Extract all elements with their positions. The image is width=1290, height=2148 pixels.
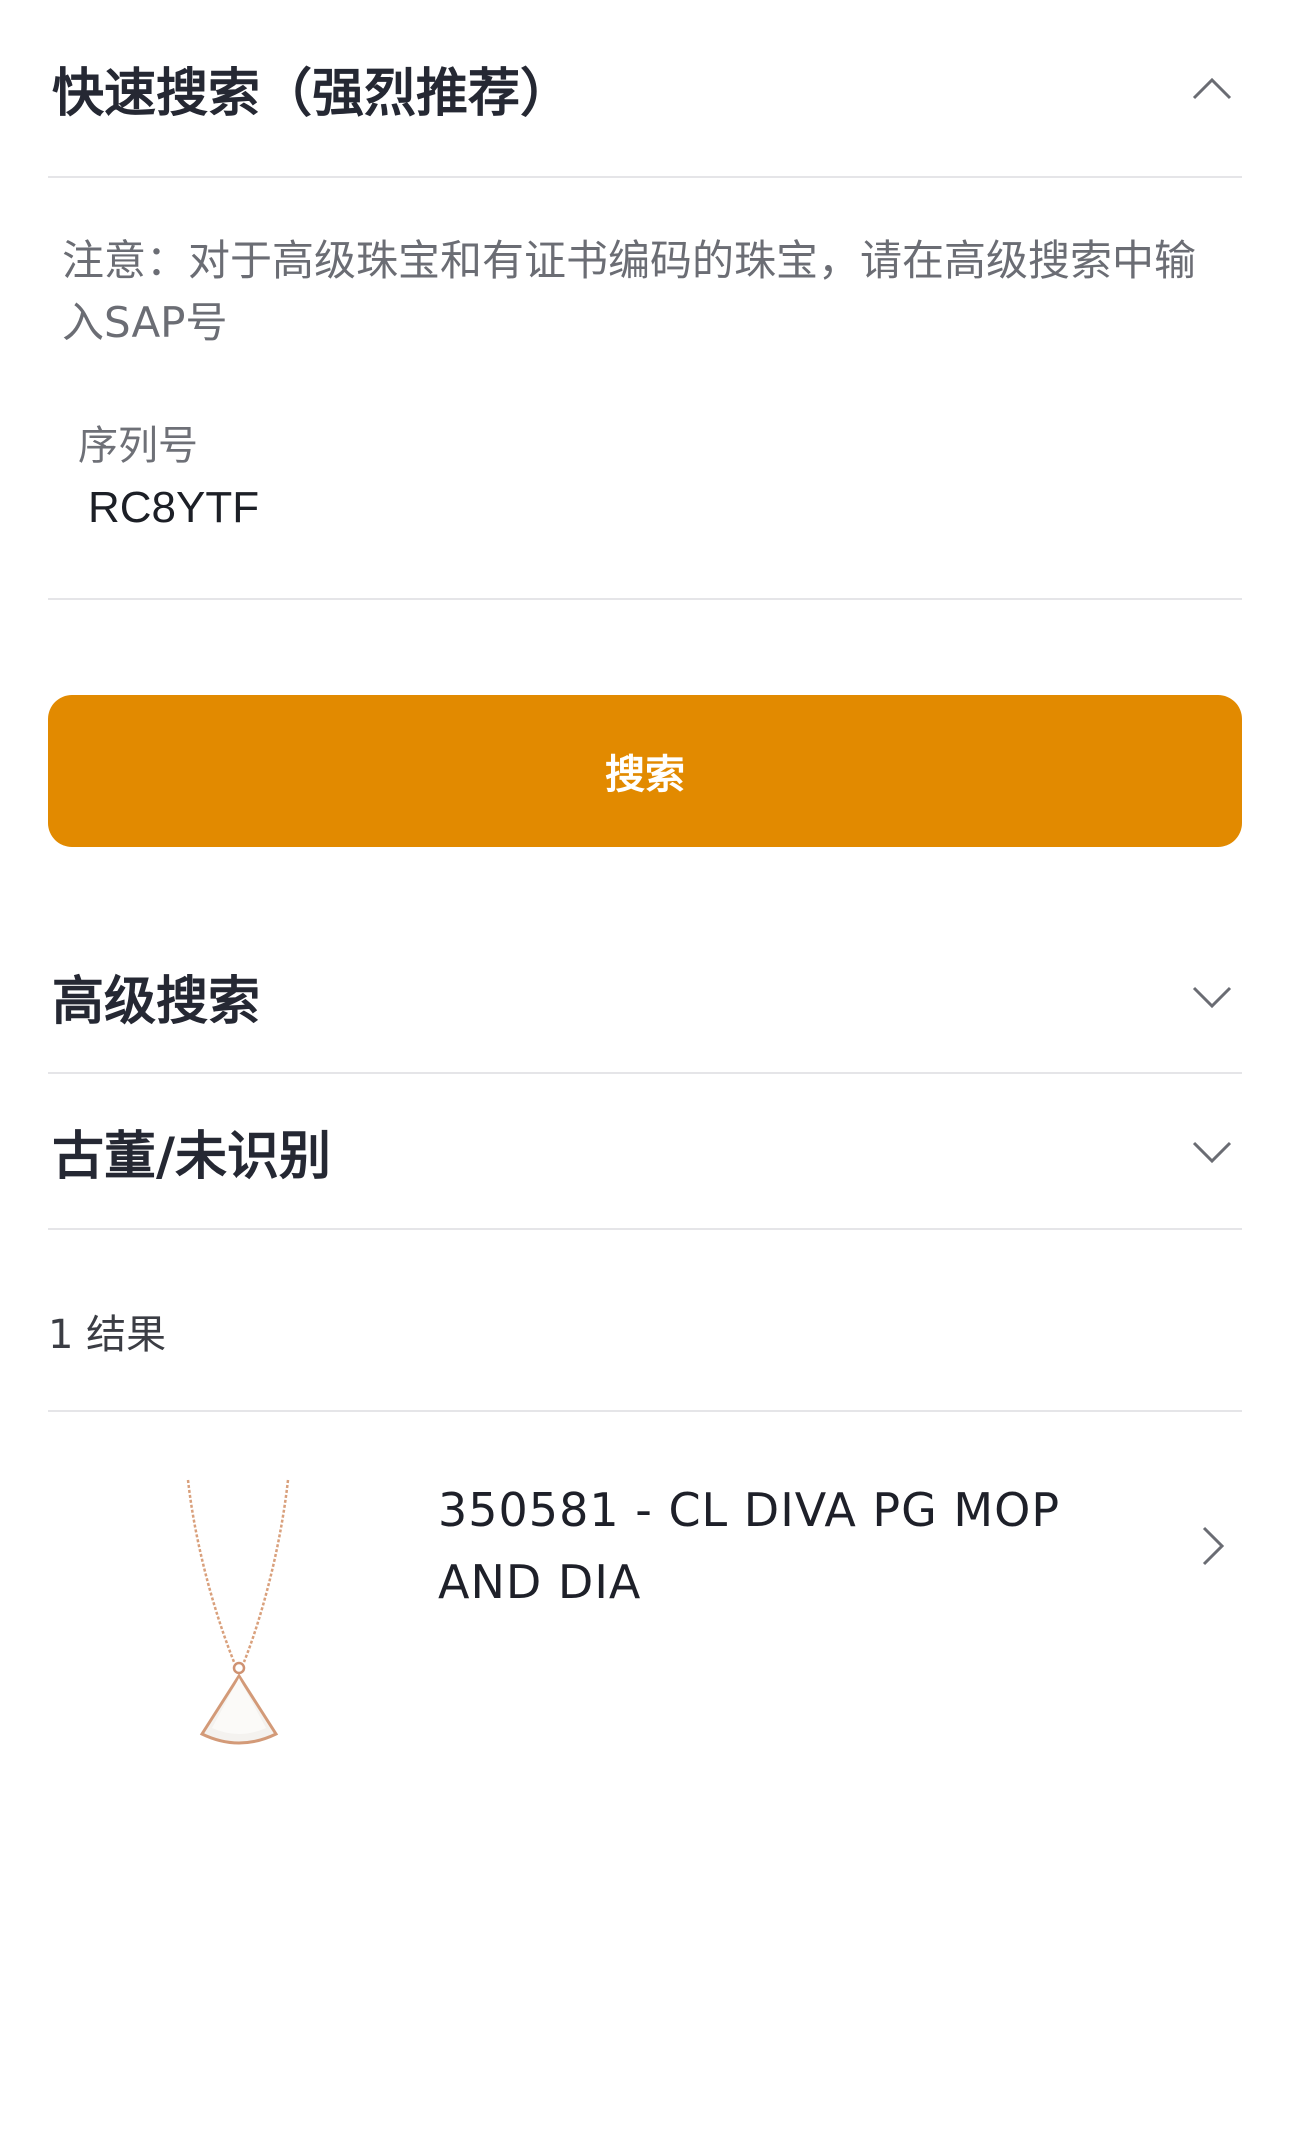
antique-unidentified-title: 古董/未识别 — [52, 1126, 331, 1187]
quick-search-body: 注意：对于高级珠宝和有证书编码的珠宝，请在高级搜索中输入SAP号 序列号 — [48, 178, 1242, 600]
search-button[interactable]: 搜索 — [48, 695, 1242, 847]
advanced-search-header[interactable]: 高级搜索 — [48, 920, 1242, 1074]
serial-number-input[interactable] — [88, 483, 988, 533]
advanced-search-title: 高级搜索 — [52, 971, 261, 1032]
quick-search-header[interactable]: 快速搜索（强烈推荐） — [48, 0, 1242, 178]
search-note: 注意：对于高级珠宝和有证书编码的珠宝，请在高级搜索中输入SAP号 — [62, 236, 1197, 347]
serial-number-label: 序列号 — [78, 423, 198, 469]
quick-search-title: 快速搜索（强烈推荐） — [52, 63, 573, 124]
chevron-down-icon[interactable] — [1190, 974, 1234, 1018]
necklace-pendant-image — [168, 1472, 308, 1762]
chevron-right-icon[interactable] — [1190, 1524, 1234, 1568]
antique-unidentified-header[interactable]: 古董/未识别 — [48, 1074, 1242, 1230]
result-item[interactable]: 350581 - CL DIVA PG MOP AND DIA — [48, 1412, 1242, 1772]
result-item-title: 350581 - CL DIVA PG MOP AND DIA — [438, 1483, 1061, 1609]
chevron-down-icon[interactable] — [1190, 1129, 1234, 1173]
chevron-up-icon[interactable] — [1190, 66, 1234, 110]
results-count: 1 结果 — [48, 1312, 167, 1358]
